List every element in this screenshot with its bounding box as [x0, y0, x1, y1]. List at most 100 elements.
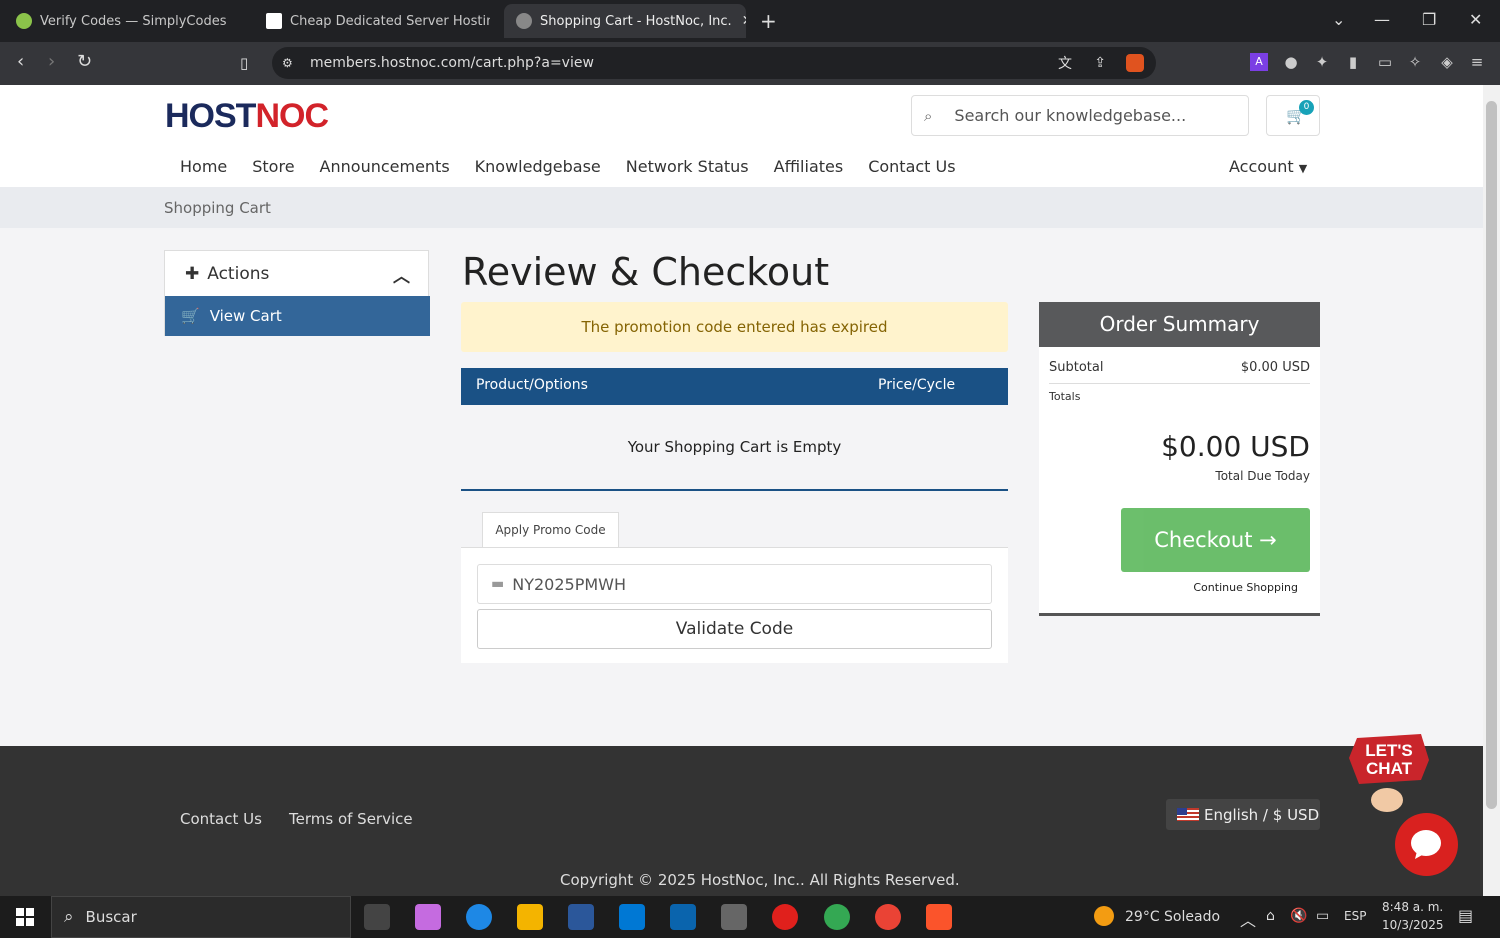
site-info-icon[interactable]: ⚙ — [282, 56, 293, 70]
checkout-button[interactable]: Checkout → — [1121, 508, 1310, 572]
forward-button[interactable]: › — [48, 51, 55, 72]
search-placeholder: Search our knowledgebase... — [954, 106, 1187, 125]
tab-simplycodes[interactable]: Verify Codes — SimplyCodes — [8, 4, 248, 38]
clock-date[interactable]: 10/3/2025 — [1382, 918, 1444, 932]
chrome-icon[interactable] — [875, 904, 901, 930]
hostnoc-logo[interactable]: HOSTNOC — [165, 97, 329, 136]
divider — [1049, 383, 1310, 384]
tab-search-chevron-icon[interactable]: ⌄ — [1332, 10, 1345, 29]
page-title: Review & Checkout — [462, 250, 830, 294]
live-chat-button[interactable] — [1395, 813, 1458, 876]
file-explorer-icon[interactable] — [517, 904, 543, 930]
extension-a-icon[interactable]: A — [1250, 53, 1268, 71]
col-price-cycle: Price/Cycle — [878, 377, 956, 393]
promo-expired-alert: The promotion code entered has expired — [461, 302, 1008, 352]
nav-home[interactable]: Home — [180, 157, 227, 176]
brave-shields-icon[interactable] — [1126, 54, 1144, 72]
close-tab-icon[interactable]: ✕ — [732, 13, 746, 29]
store-icon[interactable] — [619, 904, 645, 930]
minimize-button[interactable]: — — [1374, 10, 1390, 29]
nav-contact-us[interactable]: Contact Us — [868, 157, 955, 176]
leo-ai-icon[interactable]: ✧ — [1406, 53, 1424, 71]
tray-overflow-chevron-icon[interactable]: ︿ — [1240, 907, 1256, 931]
search-icon: ⌕ — [924, 106, 933, 125]
tab-label: Shopping Cart - HostNoc, Inc. — [540, 13, 732, 29]
menu-icon[interactable]: ≡ — [1468, 53, 1486, 71]
translate-icon[interactable]: 文 — [1058, 53, 1072, 73]
order-summary-title: Order Summary — [1039, 302, 1320, 347]
nav-store[interactable]: Store — [252, 157, 294, 176]
actions-panel-header[interactable]: ✚ Actions ︿ — [165, 251, 430, 296]
extension-icon[interactable]: ● — [1282, 53, 1300, 71]
promo-code-value: NY2025PMWH — [512, 574, 626, 594]
cart-button[interactable]: 🛒 0 — [1266, 95, 1320, 136]
tab-apply-promo-code[interactable]: Apply Promo Code — [482, 512, 619, 548]
view-cart-item[interactable]: 🛒 View Cart — [165, 296, 430, 336]
extensions-puzzle-icon[interactable]: ✦ — [1313, 53, 1331, 71]
total-due-today-label: Total Due Today — [1215, 469, 1310, 483]
weather-text[interactable]: 29°C Soleado — [1125, 909, 1220, 925]
language-indicator[interactable]: ESP — [1344, 909, 1366, 923]
nav-affiliates[interactable]: Affiliates — [774, 157, 844, 176]
close-window-button[interactable]: ✕ — [1469, 10, 1482, 29]
promo-code-input[interactable]: ▬ NY2025PMWH — [477, 564, 992, 604]
continue-shopping-link[interactable]: Continue Shopping — [1193, 581, 1298, 594]
bookmark-icon[interactable]: ▯ — [240, 54, 248, 72]
clock-time[interactable]: 8:48 a. m. — [1382, 900, 1443, 914]
total-due-amount: $0.00 USD — [1161, 430, 1310, 463]
nav-announcements[interactable]: Announcements — [320, 157, 450, 176]
actions-label: Actions — [207, 263, 270, 284]
totals-label: Totals — [1049, 390, 1081, 403]
back-button[interactable]: ‹ — [17, 51, 24, 72]
weather-sun-icon[interactable] — [1094, 906, 1114, 926]
address-bar[interactable]: ⚙ members.hostnoc.com/cart.php?a=view 文 … — [272, 47, 1156, 79]
display-icon[interactable]: ▭ — [1316, 908, 1329, 924]
tab-shopping-cart[interactable]: Shopping Cart - HostNoc, Inc. ✕ — [504, 4, 746, 38]
footer-terms-link[interactable]: Terms of Service — [289, 810, 413, 828]
chrome-profile-icon[interactable] — [824, 904, 850, 930]
share-icon[interactable]: ⇪ — [1094, 55, 1106, 71]
empty-cart-message: Your Shopping Cart is Empty — [461, 405, 1008, 491]
footer-contact-link[interactable]: Contact Us — [180, 810, 262, 828]
copilot-icon[interactable] — [415, 904, 441, 930]
lets-chat-badge[interactable]: LET'S CHAT — [1347, 730, 1431, 814]
lets-chat-line1: LET'S — [1365, 741, 1413, 760]
windows-start-icon[interactable] — [16, 908, 34, 926]
outlook-icon[interactable] — [670, 904, 696, 930]
validate-code-button[interactable]: Validate Code — [477, 609, 992, 649]
language-currency-selector[interactable]: English / $ USD — [1166, 799, 1320, 830]
breadcrumb-current: Shopping Cart — [164, 199, 271, 217]
account-menu[interactable]: Account ▼ — [1229, 157, 1307, 176]
new-tab-button[interactable]: + — [760, 9, 777, 33]
view-cart-label: View Cart — [209, 307, 282, 325]
taskbar-search-label: Buscar — [85, 908, 137, 926]
nav-knowledgebase[interactable]: Knowledgebase — [475, 157, 601, 176]
knowledgebase-search-input[interactable]: ⌕ Search our knowledgebase... — [911, 95, 1249, 136]
nav-network-status[interactable]: Network Status — [626, 157, 749, 176]
sidebar-icon[interactable]: ▮ — [1344, 53, 1362, 71]
page-scrollbar[interactable] — [1483, 85, 1500, 896]
edge-icon[interactable] — [466, 904, 492, 930]
tab-hosting[interactable]: Cheap Dedicated Server Hosting | A — [258, 4, 490, 38]
volume-muted-icon[interactable]: 🔇 — [1290, 908, 1307, 924]
lets-chat-graphic: LET'S CHAT — [1349, 734, 1429, 812]
reload-button[interactable]: ↻ — [77, 51, 92, 72]
notifications-icon[interactable]: ▤ — [1458, 906, 1473, 925]
scrollbar-thumb[interactable] — [1486, 101, 1497, 809]
wallet-icon[interactable]: ▭ — [1376, 53, 1394, 71]
task-view-icon[interactable] — [364, 904, 390, 930]
brave-icon[interactable] — [926, 904, 952, 930]
taskbar-search[interactable]: ⌕ Buscar — [51, 896, 351, 938]
vpn-shield-icon[interactable]: ◈ — [1438, 53, 1456, 71]
logo-text-host: HOST — [165, 97, 256, 135]
calculator-icon[interactable] — [721, 904, 747, 930]
chevron-up-icon[interactable]: ︿ — [393, 262, 410, 287]
restore-button[interactable]: ❐ — [1422, 10, 1436, 29]
order-summary: Order Summary Subtotal $0.00 USD Totals … — [1039, 302, 1320, 616]
site-header: HOSTNOC ⌕ Search our knowledgebase... 🛒 … — [0, 85, 1483, 187]
globe-icon — [516, 13, 532, 29]
opera-icon[interactable] — [772, 904, 798, 930]
network-icon[interactable]: ⌂ — [1266, 908, 1275, 924]
word-icon[interactable] — [568, 904, 594, 930]
main-nav: Home Store Announcements Knowledgebase N… — [180, 157, 981, 176]
